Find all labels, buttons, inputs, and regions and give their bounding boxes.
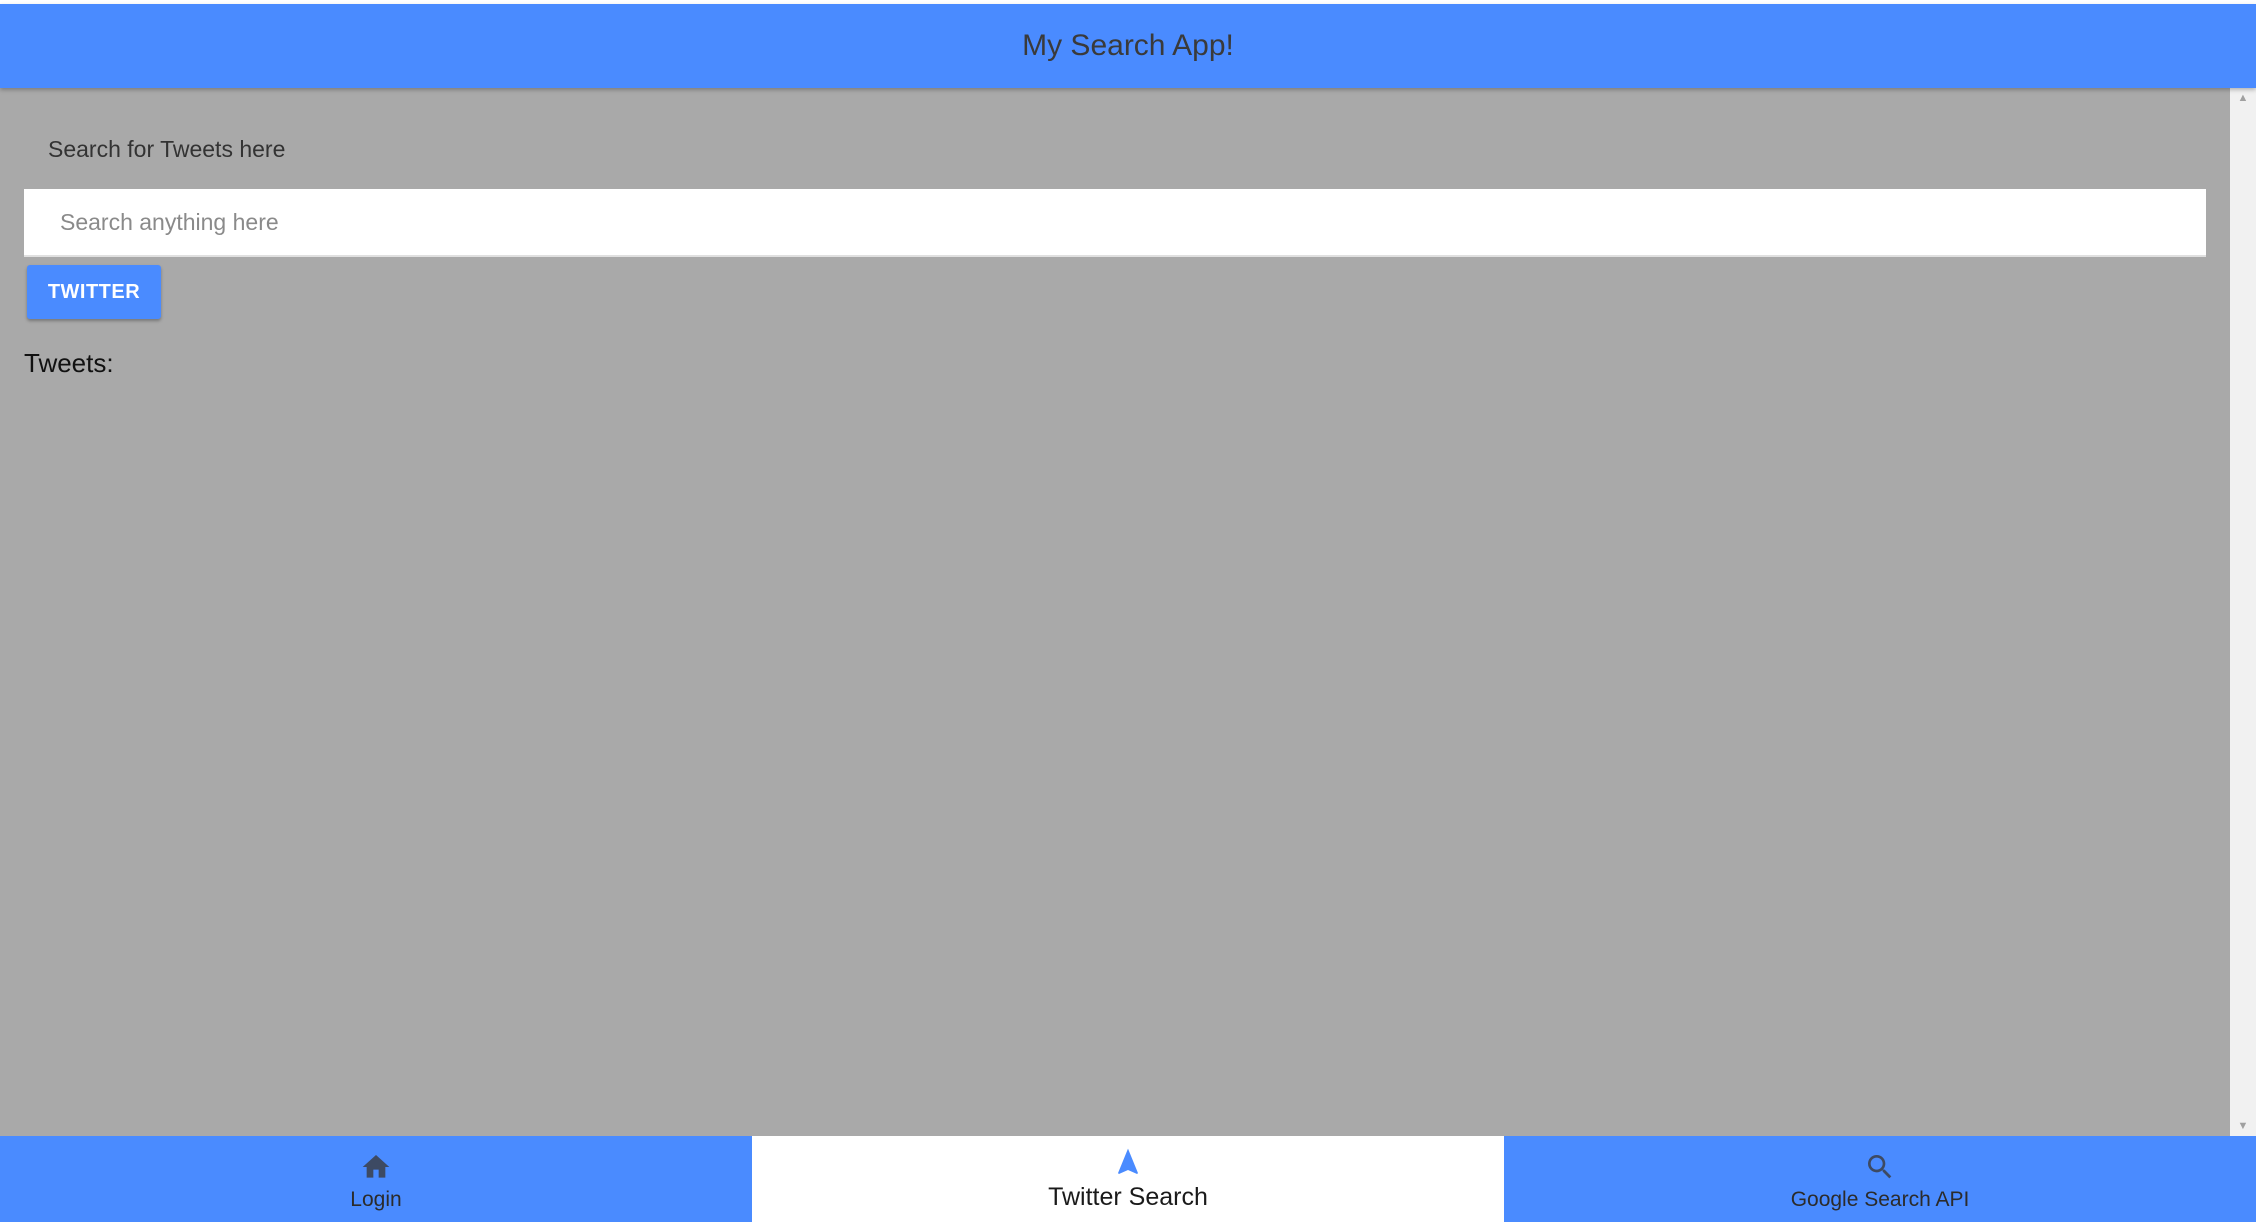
tab-twitter-search-label: Twitter Search [1048, 1183, 1208, 1211]
main-content[interactable]: Search for Tweets here TWITTER Tweets: [0, 88, 2230, 1136]
tab-login[interactable]: Login [0, 1136, 752, 1222]
search-label: Search for Tweets here [48, 136, 286, 162]
twitter-button[interactable]: TWITTER [27, 265, 161, 319]
home-icon [359, 1150, 393, 1184]
scroll-up-arrow-icon[interactable]: ▲ [2230, 88, 2256, 108]
tab-google-search-api[interactable]: Google Search API [1504, 1136, 2256, 1222]
app-header: My Search App! [0, 4, 2256, 88]
vertical-scrollbar[interactable]: ▲ ▼ [2230, 88, 2256, 1136]
tab-twitter-search[interactable]: Twitter Search [752, 1136, 1504, 1222]
search-input[interactable] [24, 189, 2206, 255]
search-icon [1863, 1150, 1897, 1184]
tweets-heading: Tweets: [24, 348, 114, 378]
search-field[interactable] [24, 189, 2206, 257]
app-root: My Search App! Search for Tweets here TW… [0, 0, 2256, 1223]
app-title: My Search App! [1022, 29, 1234, 62]
bottom-tab-bar: Login Twitter Search Google Search API [0, 1136, 2256, 1222]
tab-login-label: Login [350, 1188, 402, 1211]
scroll-down-arrow-icon[interactable]: ▼ [2230, 1116, 2256, 1136]
navigation-arrow-icon [1111, 1145, 1145, 1179]
tab-google-search-api-label: Google Search API [1790, 1188, 1970, 1211]
